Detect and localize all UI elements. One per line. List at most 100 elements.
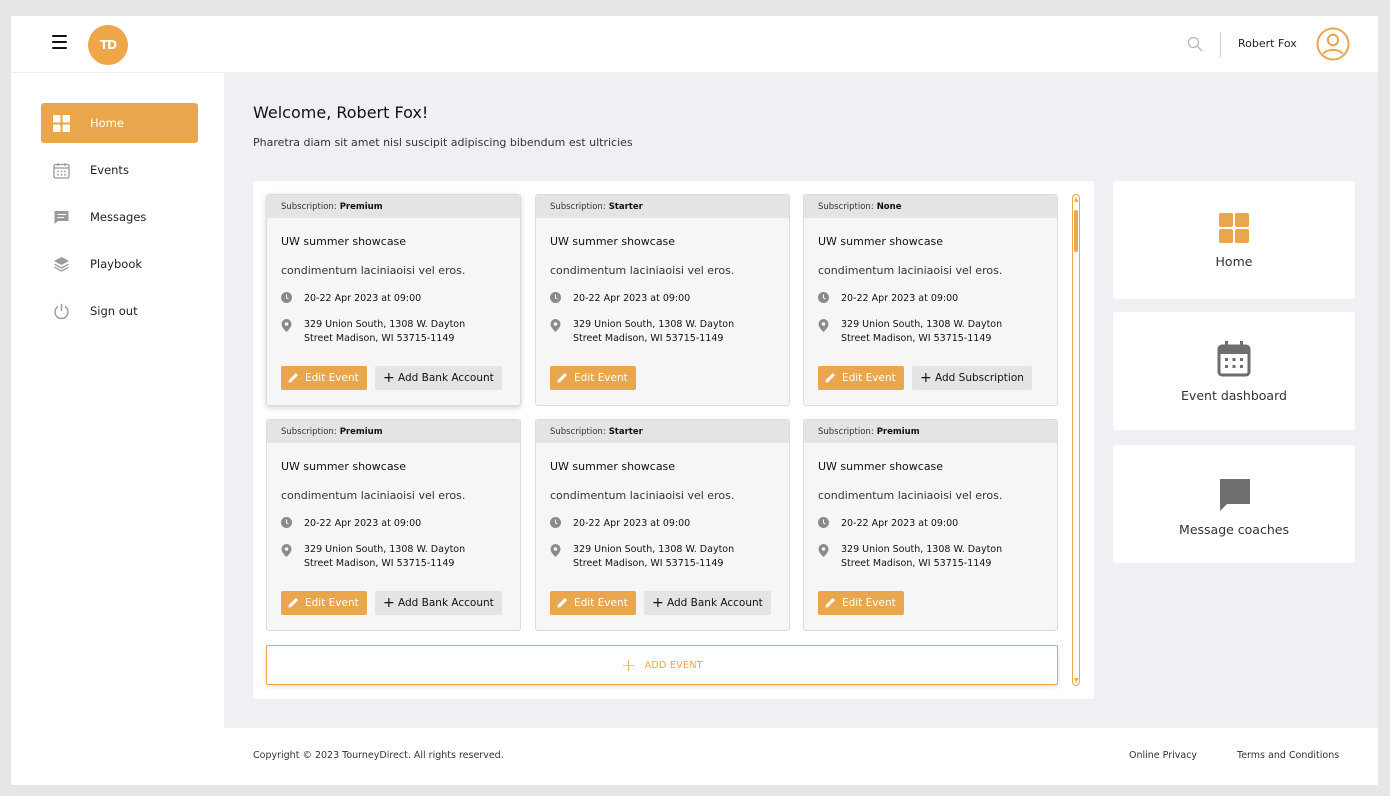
pencil-icon [288,598,298,608]
event-address-line1: 329 Union South, 1308 W. Dayton [304,319,466,330]
event-date: 20-22 Apr 2023 at 09:00 [841,518,959,529]
event-address-line2: Street Madison, WI 53715-1149 [304,558,455,569]
sidebar-item-messages[interactable]: Messages [41,197,198,237]
subscription-label: Subscription: [818,427,874,437]
event-address-line2: Street Madison, WI 53715-1149 [573,333,724,344]
search-icon[interactable] [1187,36,1203,52]
sidebar-item-label: Events [90,163,129,177]
event-address-line2: Street Madison, WI 53715-1149 [573,558,724,569]
sidebar-item-playbook[interactable]: Playbook [41,244,198,284]
sidebar-item-label: Sign out [90,304,138,318]
event-date: 20-22 Apr 2023 at 09:00 [841,293,959,304]
shortcut-event-dashboard[interactable]: Event dashboard [1113,312,1355,430]
add-subscription-button[interactable]: + Add Subscription [912,366,1032,390]
add-bank-account-button[interactable]: + Add Bank Account [375,591,502,615]
subscription-value: Premium [339,427,383,437]
location-pin-icon [281,319,292,332]
event-address-line1: 329 Union South, 1308 W. Dayton [304,544,466,555]
secondary-label: Add Bank Account [398,597,494,609]
sidebar-item-label: Playbook [90,257,143,271]
add-bank-account-button[interactable]: + Add Bank Account [644,591,771,615]
events-scrollbar[interactable]: ▲ ▼ [1072,194,1080,686]
event-title: UW summer showcase [550,460,676,473]
subscription-label: Subscription: [550,202,606,212]
scroll-down-arrow-icon[interactable]: ▼ [1074,678,1079,684]
event-address-line2: Street Madison, WI 53715-1149 [841,333,992,344]
subscription-value: Starter [608,427,643,437]
header-divider [1220,32,1221,57]
brand-logo[interactable]: TD [88,25,128,65]
power-icon [54,303,69,320]
add-bank-account-button[interactable]: + Add Bank Account [375,366,502,390]
clock-icon [818,517,829,528]
subscription-label: Subscription: [281,202,337,212]
event-description: condimentum laciniaoisi vel eros. [818,264,1003,277]
secondary-label: Add Bank Account [667,597,763,609]
edit-event-button[interactable]: Edit Event [550,366,636,390]
subscription-header: Subscription: Premium [267,420,520,443]
shortcut-label: Event dashboard [1181,388,1287,403]
event-address-line2: Street Madison, WI 53715-1149 [304,333,455,344]
terms-link[interactable]: Terms and Conditions [1237,750,1339,761]
edit-event-label: Edit Event [305,372,359,384]
shortcut-home[interactable]: Home [1113,181,1355,299]
layers-icon [54,257,69,272]
event-card: Subscription: Starter UW summer showcase … [535,194,790,406]
events-panel: Subscription: Premium UW summer showcase … [253,181,1094,699]
location-pin-icon [550,544,561,557]
edit-event-button[interactable]: Edit Event [281,591,367,615]
subscription-header: Subscription: Starter [536,195,789,218]
hamburger-menu-icon[interactable] [52,35,67,49]
edit-event-button[interactable]: Edit Event [281,366,367,390]
event-date: 20-22 Apr 2023 at 09:00 [304,293,422,304]
edit-event-label: Edit Event [305,597,359,609]
secondary-label: Add Subscription [935,372,1024,384]
shortcut-message-coaches[interactable]: Message coaches [1113,445,1355,563]
grid-icon [53,115,70,132]
plus-icon: + [652,595,664,611]
subscription-label: Subscription: [550,427,606,437]
page-subtitle: Pharetra diam sit amet nisl suscipit adi… [253,136,633,149]
event-description: condimentum laciniaoisi vel eros. [281,489,466,502]
add-event-button[interactable]: + ADD EVENT [266,645,1058,685]
event-card: Subscription: Premium UW summer showcase … [266,194,521,406]
sidebar-item-sign-out[interactable]: Sign out [41,291,198,331]
event-card: Subscription: Premium UW summer showcase … [266,419,521,631]
scroll-up-arrow-icon[interactable]: ▲ [1074,197,1079,203]
user-name[interactable]: Robert Fox [1238,37,1297,50]
message-icon [54,211,69,224]
add-event-label: ADD EVENT [644,659,703,671]
secondary-label: Add Bank Account [398,372,494,384]
subscription-value: Premium [339,202,383,212]
edit-event-label: Edit Event [574,597,628,609]
top-header: TD Robert Fox [11,16,1378,73]
plus-icon: + [621,654,637,676]
copyright-text: Copyright © 2023 TourneyDirect. All righ… [253,750,504,761]
clock-icon [818,292,829,303]
edit-event-button[interactable]: Edit Event [818,591,904,615]
event-address-line2: Street Madison, WI 53715-1149 [841,558,992,569]
subscription-value: Starter [608,202,643,212]
pencil-icon [557,598,567,608]
online-privacy-link[interactable]: Online Privacy [1129,750,1197,761]
location-pin-icon [818,319,829,332]
event-address-line1: 329 Union South, 1308 W. Dayton [573,544,735,555]
pencil-icon [825,598,835,608]
clock-icon [550,517,561,528]
footer: Copyright © 2023 TourneyDirect. All righ… [11,728,1378,785]
event-card: Subscription: None UW summer showcase con… [803,194,1058,406]
shortcut-label: Message coaches [1179,522,1289,537]
avatar-icon[interactable] [1316,27,1350,61]
sidebar-item-events[interactable]: Events [41,150,198,190]
subscription-header: Subscription: None [804,195,1057,218]
scrollbar-thumb[interactable] [1074,210,1078,252]
edit-event-button[interactable]: Edit Event [550,591,636,615]
edit-event-label: Edit Event [842,372,896,384]
edit-event-button[interactable]: Edit Event [818,366,904,390]
event-date: 20-22 Apr 2023 at 09:00 [573,518,691,529]
location-pin-icon [550,319,561,332]
subscription-label: Subscription: [818,202,874,212]
subscription-value: Premium [876,427,920,437]
sidebar-item-home[interactable]: Home [41,103,198,143]
subscription-value: None [876,202,902,212]
